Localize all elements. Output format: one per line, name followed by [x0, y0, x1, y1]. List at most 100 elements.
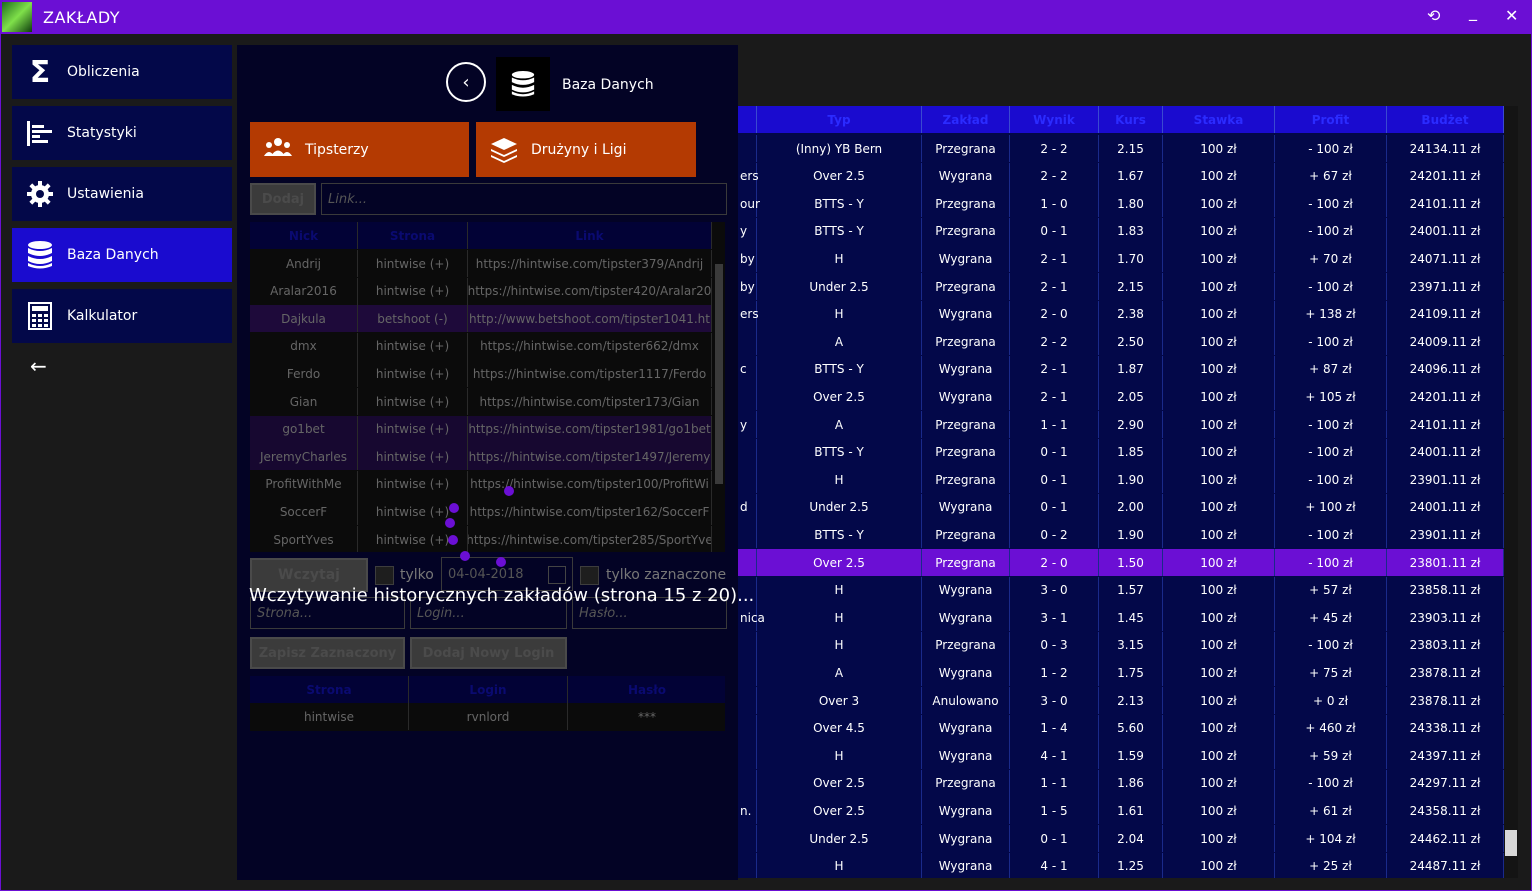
cell-zaklad: Wygrana: [922, 742, 1010, 770]
nav-ustawienia[interactable]: Ustawienia: [12, 167, 232, 221]
table-row[interactable]: H Przegrana 0 - 1 1.90 100 zł - 100 zł 23901.1…: [738, 466, 1504, 494]
table-row[interactable]: our BTTS - Y Przegrana 1 - 0 1.80 100 zł - 100…: [738, 190, 1504, 218]
table-row[interactable]: H Wygrana 3 - 0 1.57 100 zł + 57 zł 23858.11 z…: [738, 576, 1504, 604]
cell-budzet: 23903.11 zł: [1387, 604, 1504, 632]
table-row[interactable]: y BTTS - Y Przegrana 0 - 1 1.83 100 zł - 100 z…: [738, 217, 1504, 245]
nav-baza-danych[interactable]: Baza Danych: [12, 228, 232, 282]
table-row[interactable]: d Under 2.5 Wygrana 0 - 1 2.00 100 zł + 100 zł…: [738, 493, 1504, 521]
column-header[interactable]: Strona: [250, 676, 409, 703]
table-row[interactable]: Gian hintwise (+) https://hintwise.com/tip…: [250, 388, 712, 415]
link-input[interactable]: Link...: [321, 183, 727, 215]
column-header[interactable]: Strona: [358, 222, 468, 249]
cell-wynik: 1 - 5: [1010, 797, 1099, 825]
scrollbar-thumb[interactable]: [1505, 830, 1517, 856]
column-header-hidden[interactable]: [738, 106, 757, 133]
table-row[interactable]: BTTS - Y Przegrana 0 - 1 1.85 100 zł - 100 zł…: [738, 438, 1504, 466]
table-row[interactable]: H Przegrana 0 - 3 3.15 100 zł - 100 zł 23803.1…: [738, 631, 1504, 659]
cell-site: betshoot (-): [358, 305, 468, 333]
table-row[interactable]: Over 2.5 Wygrana 2 - 1 2.05 100 zł + 105 zł 24…: [738, 383, 1504, 411]
nav-kalkulator[interactable]: Kalkulator: [12, 289, 232, 343]
cell-budzet: 23878.11 zł: [1387, 687, 1504, 714]
only-selected-checkbox[interactable]: [580, 566, 599, 585]
logins-table[interactable]: Strona Login Hasło hintwise rvnlord ***: [250, 676, 725, 731]
minimize-button[interactable]: _: [1469, 2, 1477, 21]
table-row[interactable]: c BTTS - Y Wygrana 2 - 1 1.87 100 zł + 87 zł 24…: [738, 355, 1504, 383]
table-row[interactable]: dmx hintwise (+) https://hintwise.com/tips…: [250, 332, 712, 360]
nav-obliczenia[interactable]: Σ Obliczenia: [12, 45, 232, 99]
collapse-arrow-icon[interactable]: ←: [30, 354, 47, 378]
column-header[interactable]: Profit: [1275, 106, 1387, 133]
table-row[interactable]: Over 2.5 Przegrana 1 - 1 1.86 100 zł - 100 zł…: [738, 769, 1504, 797]
table-row[interactable]: ProfitWithMe hintwise (+) https://hintwise…: [250, 470, 712, 498]
table-row[interactable]: A Wygrana 1 - 2 1.75 100 zł + 75 zł 23878.11 z…: [738, 659, 1504, 687]
close-button[interactable]: ✕: [1505, 6, 1518, 25]
column-header[interactable]: Wynik: [1010, 106, 1099, 133]
cell-wynik: 2 - 1: [1010, 355, 1099, 383]
scrollbar-thumb[interactable]: [715, 264, 723, 484]
table-row[interactable]: Over 2.5 Przegrana 2 - 0 1.50 100 zł - 100 zł…: [738, 549, 1504, 576]
column-header[interactable]: Typ: [757, 106, 922, 133]
table-row[interactable]: Andrij hintwise (+) https://hintwise.com/t…: [250, 250, 712, 277]
cell-kurs: 1.90: [1099, 466, 1163, 494]
nav-statystyki[interactable]: Statystyki: [12, 106, 232, 160]
table-row[interactable]: Dajkula betshoot (-) http://www.betshoot.c…: [250, 305, 712, 333]
refresh-icon[interactable]: ⟲: [1427, 6, 1440, 25]
cell-stawka: 100 zł: [1163, 521, 1275, 549]
cell-budzet: 23901.11 zł: [1387, 466, 1504, 494]
tipsters-scrollbar[interactable]: [713, 250, 725, 552]
table-row[interactable]: A Przegrana 2 - 2 2.50 100 zł - 100 zł 24009.1…: [738, 328, 1504, 356]
table-row[interactable]: Under 2.5 Wygrana 0 - 1 2.04 100 zł + 104 zł 2…: [738, 825, 1504, 852]
table-row[interactable]: by H Wygrana 2 - 1 1.70 100 zł + 70 zł 24071.11…: [738, 245, 1504, 273]
table-row[interactable]: BTTS - Y Przegrana 0 - 2 1.90 100 zł - 100 zł…: [738, 521, 1504, 549]
cell-typ: H: [757, 245, 922, 273]
table-row[interactable]: SportYves hintwise (+) https://hintwise.co…: [250, 526, 712, 552]
column-header[interactable]: Link: [468, 222, 712, 249]
table-row[interactable]: n. Over 2.5 Wygrana 1 - 5 1.61 100 zł + 61 zł 2…: [738, 797, 1504, 825]
table-row[interactable]: y A Przegrana 1 - 1 2.90 100 zł - 100 zł 24101.…: [738, 411, 1504, 438]
bets-table[interactable]: Typ Zakład Wynik Kurs Stawka Profit Budżet (Inn…: [738, 106, 1504, 878]
cell-wynik: 0 - 1: [1010, 438, 1099, 466]
teams-leagues-tile[interactable]: Drużyny i Ligi: [476, 122, 696, 177]
cell-budzet: 23803.11 zł: [1387, 631, 1504, 659]
back-icon[interactable]: ‹: [446, 62, 486, 102]
column-header[interactable]: Stawka: [1163, 106, 1275, 133]
save-selected-button[interactable]: Zapisz Zaznaczony: [250, 637, 405, 669]
table-row[interactable]: Aralar2016 hintwise (+) https://hintwise.c…: [250, 277, 712, 305]
column-header[interactable]: Zakład: [922, 106, 1010, 133]
column-header[interactable]: Kurs: [1099, 106, 1163, 133]
column-header[interactable]: Nick: [250, 222, 358, 249]
table-row[interactable]: H Wygrana 4 - 1 1.59 100 zł + 59 zł 24397.11 z…: [738, 742, 1504, 770]
column-header[interactable]: Hasło: [568, 676, 725, 703]
table-row[interactable]: Over 4.5 Wygrana 1 - 4 5.60 100 zł + 460 zł 24…: [738, 714, 1504, 742]
table-row[interactable]: SoccerF hintwise (+) https://hintwise.com/…: [250, 498, 712, 526]
nav-label: Statystyki: [67, 125, 137, 141]
table-row[interactable]: by Under 2.5 Przegrana 2 - 1 2.15 100 zł - 100…: [738, 273, 1504, 300]
tipsters-table[interactable]: Nick Strona Link Andrij hintwise (+) https://…: [250, 222, 725, 552]
cell-profit: - 100 zł: [1275, 190, 1387, 218]
table-row[interactable]: Over 3 Anulowano 3 - 0 2.13 100 zł + 0 zł 2387…: [738, 687, 1504, 714]
table-row[interactable]: go1bet hintwise (+) https://hintwise.com/t…: [250, 415, 712, 443]
cell-zaklad: Wygrana: [922, 245, 1010, 273]
table-row[interactable]: H Wygrana 4 - 1 1.25 100 zł + 25 zł 24487.11 z…: [738, 852, 1504, 878]
cell-kurs: 2.00: [1099, 493, 1163, 521]
table-row[interactable]: hintwise rvnlord ***: [250, 703, 725, 730]
tipsters-tile[interactable]: Tipsterzy: [250, 122, 469, 177]
table-row[interactable]: Ferdo hintwise (+) https://hintwise.com/ti…: [250, 360, 712, 388]
cell-zaklad: Przegrana: [922, 438, 1010, 466]
cell-zaklad: Przegrana: [922, 631, 1010, 659]
cell-kurs: 1.59: [1099, 742, 1163, 770]
table-row[interactable]: (Inny) YB Bern Przegrana 2 - 2 2.15 100 zł - …: [738, 135, 1504, 162]
cell-kurs: 1.83: [1099, 217, 1163, 245]
table-row[interactable]: JeremyCharles hintwise (+) https://hintwis…: [250, 443, 712, 471]
calendar-icon[interactable]: [548, 566, 566, 584]
table-row[interactable]: ers Over 2.5 Wygrana 2 - 2 1.67 100 zł + 67 zł…: [738, 162, 1504, 190]
table-row[interactable]: ers H Wygrana 2 - 0 2.38 100 zł + 138 zł 24109.…: [738, 300, 1504, 328]
column-header[interactable]: Budżet: [1387, 106, 1504, 133]
bets-scrollbar[interactable]: [1504, 106, 1518, 878]
table-row[interactable]: nica H Wygrana 3 - 1 1.45 100 zł + 45 zł 23903.…: [738, 604, 1504, 632]
add-login-button[interactable]: Dodaj Nowy Login: [410, 637, 567, 669]
add-button[interactable]: Dodaj: [250, 183, 316, 215]
only-checkbox[interactable]: [375, 566, 394, 585]
users-icon: [264, 136, 292, 164]
column-header[interactable]: Login: [409, 676, 568, 703]
